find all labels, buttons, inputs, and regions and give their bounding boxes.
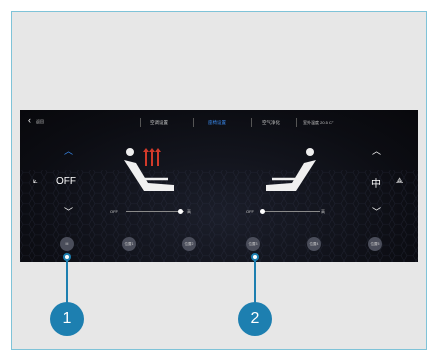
callout-2-badge: 2 xyxy=(238,302,272,336)
right-down-chevron-icon[interactable]: ﹀ xyxy=(372,205,381,218)
callout-1-pointer xyxy=(66,259,68,305)
right-seat-icon xyxy=(266,148,316,191)
right-slider-min-label: OFF xyxy=(246,209,254,214)
right-level-slider[interactable] xyxy=(262,211,320,212)
right-slider-knob[interactable] xyxy=(260,209,265,214)
left-seat-heat-icon: ⟀ xyxy=(33,176,38,185)
outside-temperature: 室外温度 20.5 C° xyxy=(303,120,334,125)
memory-button-m[interactable]: M xyxy=(60,237,74,251)
tab-ac-settings[interactable]: 空调设置 xyxy=(150,120,168,126)
back-chevron-icon[interactable]: ‹ xyxy=(28,115,31,125)
position-2-button[interactable]: 位置2 xyxy=(182,237,196,251)
position-1-button[interactable]: 位置1 xyxy=(122,237,136,251)
left-seat-mode-value: OFF xyxy=(56,176,76,187)
position-4-button[interactable]: 位置4 xyxy=(307,237,321,251)
left-slider-max-label: 高 xyxy=(187,209,191,214)
left-level-slider[interactable] xyxy=(126,211,184,212)
seat-settings-screen: ‹ 返回 空调设置 座椅设置 空气净化 室外温度 20.5 C° ︿ ⟀ OFF… xyxy=(20,110,418,262)
position-3-button[interactable]: 位置3 xyxy=(246,237,260,251)
back-label[interactable]: 返回 xyxy=(36,119,44,125)
hex-pattern-background xyxy=(20,170,418,262)
left-slider-knob[interactable] xyxy=(178,209,183,214)
right-seat-heat-icon: ⟁ xyxy=(396,176,404,185)
position-5-button[interactable]: 位置5 xyxy=(368,237,382,251)
callout-1-badge: 1 xyxy=(50,302,84,336)
tab-seat-settings[interactable]: 座椅设置 xyxy=(208,120,226,126)
heat-arrows-icon xyxy=(143,148,161,166)
callout-2-pointer xyxy=(254,259,256,305)
tab-air-purify[interactable]: 空气净化 xyxy=(262,120,280,126)
left-up-chevron-icon[interactable]: ︿ xyxy=(64,144,73,157)
right-slider-max-label: 高 xyxy=(321,209,325,214)
left-down-chevron-icon[interactable]: ﹀ xyxy=(64,205,73,218)
right-up-chevron-icon[interactable]: ︿ xyxy=(372,144,381,157)
left-slider-min-label: OFF xyxy=(110,209,118,214)
right-seat-mode-value: 中 xyxy=(371,179,381,190)
